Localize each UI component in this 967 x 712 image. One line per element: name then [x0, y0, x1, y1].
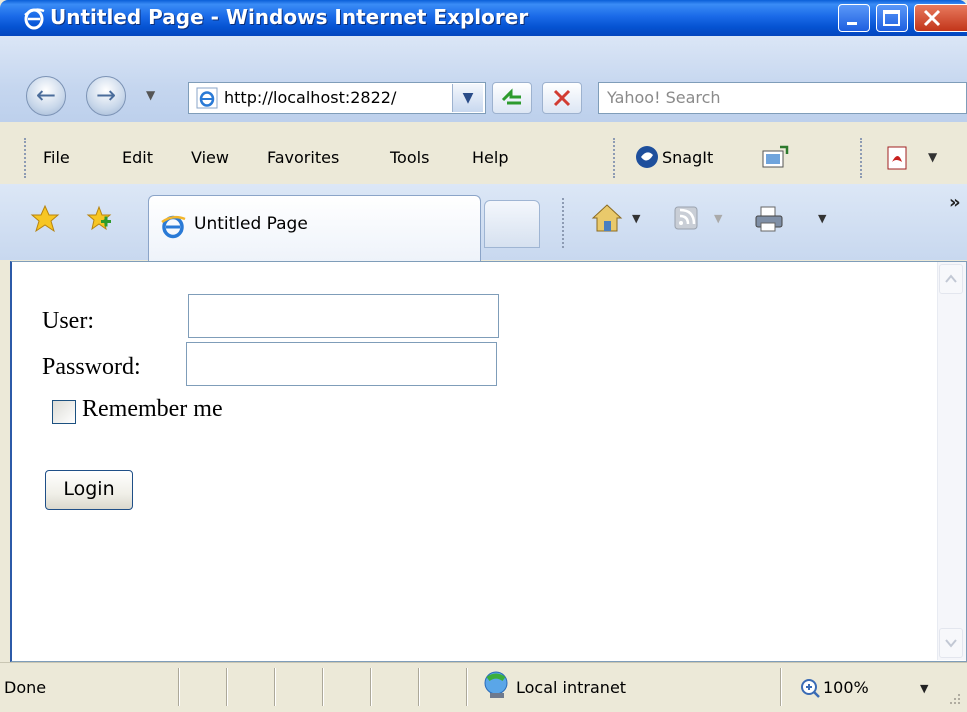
status-divider [226, 668, 228, 706]
remember-me-label[interactable]: Remember me [82, 396, 223, 423]
forward-button[interactable]: → [86, 76, 126, 116]
new-tab-button[interactable] [484, 200, 540, 248]
toolbar-grip [613, 138, 619, 178]
stop-x-icon [553, 89, 571, 107]
add-favorite-icon[interactable] [84, 204, 114, 234]
chevron-down-icon: ▼ [462, 90, 474, 106]
tab-ie-icon [158, 212, 188, 240]
toolbar-grip [860, 138, 866, 178]
menu-file[interactable]: File [43, 148, 70, 167]
chevron-down-icon [945, 639, 957, 648]
status-divider [274, 668, 276, 706]
status-text: Done [4, 678, 47, 697]
address-url[interactable]: http://localhost:2822/ [224, 88, 450, 107]
feeds-icon[interactable] [672, 204, 702, 232]
remember-me-checkbox[interactable] [52, 400, 76, 424]
login-button[interactable]: Login [45, 470, 133, 510]
toolbar-overflow-chevron[interactable]: » [949, 192, 961, 213]
snagit-capture-icon[interactable] [760, 144, 790, 170]
maximize-button[interactable] [876, 4, 908, 32]
feeds-dropdown-icon[interactable]: ▼ [714, 212, 722, 225]
password-input[interactable] [186, 342, 497, 386]
status-divider [370, 668, 372, 706]
menu-view[interactable]: View [191, 148, 229, 167]
favorites-star-icon[interactable] [30, 204, 60, 234]
toolbar-grip [24, 138, 30, 178]
home-icon[interactable] [590, 202, 624, 234]
home-dropdown-icon[interactable]: ▼ [632, 212, 640, 225]
zoom-level[interactable]: 100% [823, 678, 869, 697]
print-dropdown-icon[interactable]: ▼ [818, 212, 826, 225]
status-divider [178, 668, 180, 706]
print-icon[interactable] [752, 204, 786, 234]
status-divider [780, 668, 782, 706]
user-label: User: [42, 308, 94, 334]
search-placeholder: Yahoo! Search [607, 88, 721, 107]
vertical-scrollbar[interactable] [937, 262, 966, 660]
status-divider [466, 668, 468, 706]
security-zone-text[interactable]: Local intranet [516, 678, 626, 697]
snagit-icon [634, 144, 660, 170]
ie-logo-icon [22, 5, 46, 31]
password-label: Password: [42, 354, 141, 380]
menu-favorites[interactable]: Favorites [267, 148, 339, 167]
pdf-icon[interactable] [884, 144, 914, 172]
stop-button[interactable] [542, 82, 582, 114]
arrow-right-icon: → [95, 81, 117, 109]
user-input[interactable] [188, 294, 499, 338]
menu-help[interactable]: Help [472, 148, 508, 167]
scroll-down-button[interactable] [939, 628, 963, 658]
window-title: Untitled Page - Windows Internet Explore… [50, 5, 529, 29]
chevron-up-icon [945, 274, 957, 283]
tab-label: Untitled Page [194, 214, 308, 234]
status-divider [322, 668, 324, 706]
refresh-button[interactable] [492, 82, 532, 114]
minimize-button[interactable] [838, 4, 870, 32]
menu-tools[interactable]: Tools [390, 148, 429, 167]
toolbar-grip [562, 198, 568, 248]
pdf-dropdown-icon[interactable]: ▼ [928, 150, 937, 164]
refresh-icon [501, 88, 521, 105]
page-ie-icon [196, 87, 218, 109]
intranet-globe-icon [480, 669, 512, 701]
zoom-dropdown-icon[interactable]: ▼ [920, 682, 928, 695]
history-dropdown-icon[interactable]: ▼ [146, 88, 155, 102]
back-button[interactable]: ← [26, 76, 66, 116]
status-divider [418, 668, 420, 706]
arrow-left-icon: ← [35, 81, 57, 109]
scroll-up-button[interactable] [939, 264, 963, 294]
menu-edit[interactable]: Edit [122, 148, 153, 167]
address-dropdown-button[interactable]: ▼ [452, 84, 483, 112]
close-button[interactable] [914, 4, 967, 32]
zoom-icon[interactable] [800, 678, 820, 698]
snagit-button[interactable]: SnagIt [662, 148, 713, 167]
resize-grip-icon[interactable] [945, 690, 963, 708]
